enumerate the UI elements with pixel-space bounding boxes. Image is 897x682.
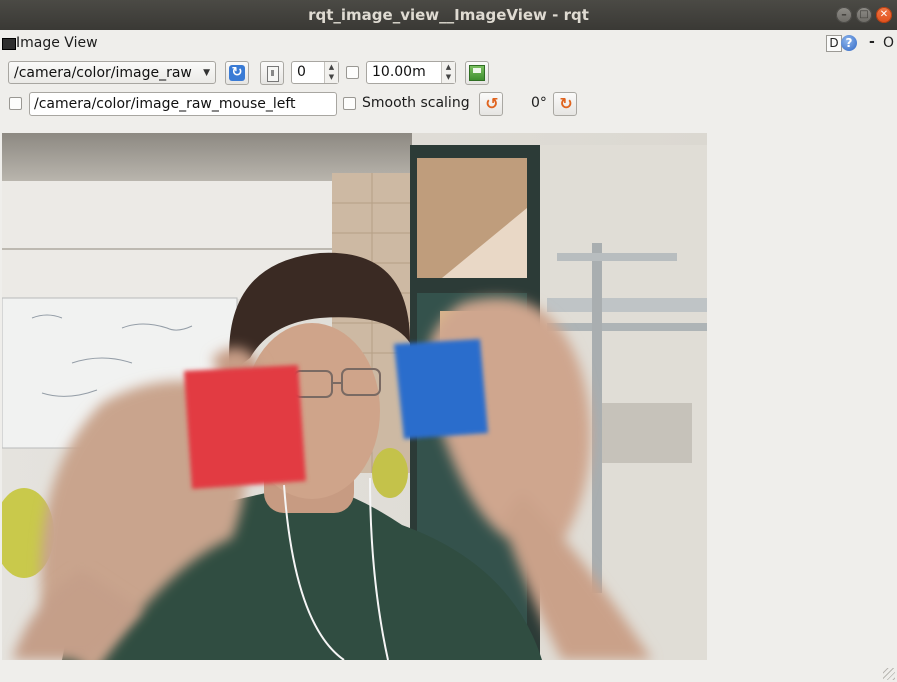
mouse-topic-input[interactable]: /camera/color/image_raw_mouse_left (29, 92, 337, 116)
chevron-down-icon: ▼ (203, 68, 210, 78)
rotate-left-icon: ↺ (485, 94, 499, 113)
smooth-scaling-checkbox[interactable] (343, 97, 356, 110)
rotate-left-button[interactable]: ↺ (479, 92, 503, 116)
monitor-icon (2, 38, 16, 50)
refresh-icon: ↻ (229, 65, 245, 81)
window-title: rqt_image_view__ImageView - rqt (308, 6, 589, 24)
panel-title: Image View (16, 35, 98, 51)
minimize-button[interactable] (836, 7, 852, 23)
dock-button[interactable]: D (826, 35, 842, 52)
camera-frame (2, 133, 707, 660)
distance-spinbox-value: 10.00m (372, 64, 426, 80)
topic-select[interactable]: /camera/color/image_raw ▼ (8, 61, 216, 84)
spin-arrows-icon[interactable]: ▲ ▼ (441, 62, 455, 83)
spin-arrows-icon[interactable]: ▲ ▼ (324, 62, 338, 83)
panel-header: Image View D ? - O (0, 33, 897, 55)
page-icon (267, 66, 279, 82)
number-spinbox-value: 0 (297, 64, 306, 80)
close-button[interactable] (876, 7, 892, 23)
maximize-button[interactable] (856, 7, 872, 23)
rotate-right-icon: ↻ (559, 94, 573, 113)
topic-select-value: /camera/color/image_raw (14, 65, 192, 81)
save-icon (469, 65, 485, 81)
number-spinbox[interactable]: 0 ▲ ▼ (291, 61, 339, 84)
help-icon[interactable]: ? (841, 35, 857, 51)
close-panel-button[interactable]: O (883, 35, 894, 51)
distance-checkbox[interactable] (346, 66, 359, 79)
rotation-label: 0° (531, 95, 547, 111)
app-window: rqt_image_view__ImageView - rqt Image Vi… (0, 0, 897, 682)
title-bar[interactable]: rqt_image_view__ImageView - rqt (0, 0, 897, 30)
resize-grip[interactable] (883, 668, 895, 680)
distance-spinbox[interactable]: 10.00m ▲ ▼ (366, 61, 456, 84)
zoom-1-button[interactable] (260, 61, 284, 85)
save-image-button[interactable] (465, 61, 489, 85)
refresh-topics-button[interactable]: ↻ (225, 61, 249, 85)
minimize-panel-button[interactable]: - (869, 34, 875, 50)
camera-image[interactable] (2, 133, 707, 660)
smooth-scaling-label: Smooth scaling (362, 95, 470, 111)
publish-mouse-checkbox[interactable] (9, 97, 22, 110)
rotate-right-button[interactable]: ↻ (553, 92, 577, 116)
